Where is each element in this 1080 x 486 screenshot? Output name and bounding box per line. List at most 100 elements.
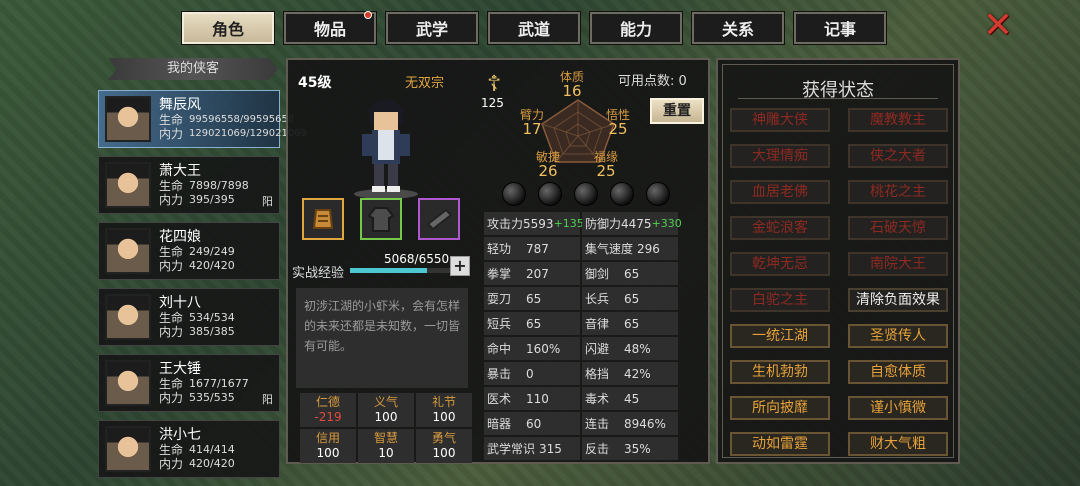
status-chip[interactable]: 魔教教主	[848, 108, 948, 132]
skill-orb[interactable]	[610, 182, 634, 206]
virtue-cell: 礼节 100	[416, 393, 472, 427]
stat-cell: 防御力 4475 +330	[582, 212, 682, 235]
virtue-cell: 义气 100	[358, 393, 414, 427]
stat-cell: 命中 160%	[484, 337, 580, 360]
sword-value: 125	[481, 96, 504, 110]
stat-cell: 拳掌 207	[484, 262, 580, 285]
hp-value: 7898/7898	[189, 178, 249, 192]
stat-label: 反击	[585, 442, 610, 456]
exp-bar-fill	[350, 268, 428, 273]
hero-name: 舞辰风	[159, 96, 201, 113]
virtue-label: 信用	[315, 431, 340, 445]
tab-character[interactable]: 角色	[181, 11, 275, 45]
mp-value: 385/385	[189, 324, 235, 338]
status-chip[interactable]: 石破天惊	[848, 216, 948, 240]
status-chip[interactable]: 金蛇浪客	[730, 216, 830, 240]
tab-items[interactable]: 物品	[283, 11, 377, 45]
skill-orb[interactable]	[646, 182, 670, 206]
hero-card[interactable]: 舞辰风 生命 99596558/99595658 内力 129021069/1290…	[98, 90, 307, 148]
status-chip[interactable]: 大理情痴	[730, 144, 830, 168]
attr-value: 25	[608, 120, 628, 138]
tab-label: 关系	[721, 20, 754, 39]
stat-value: 42%	[624, 366, 651, 381]
virtue-label: 仁德	[315, 395, 340, 409]
skill-orb[interactable]	[538, 182, 562, 206]
status-grid: 神雕大侠 魔教教主 大理情痴 侠之大者 血居老佛 桃花之主 金蛇浪客 石破天惊 乾坤无忌 南院大王…	[730, 108, 948, 456]
stat-value: 110	[526, 391, 549, 406]
stat-label: 长兵	[585, 292, 610, 306]
status-chip[interactable]: 南院大王	[848, 252, 948, 276]
status-chip[interactable]: 动如雷霆	[730, 432, 830, 456]
mp-value: 420/420	[189, 258, 235, 272]
tab-martial-arts[interactable]: 武学	[385, 11, 479, 45]
hp-value: 534/534	[189, 310, 235, 324]
status-chip[interactable]: 生机勃勃	[730, 360, 830, 384]
status-chip[interactable]: 乾坤无忌	[730, 252, 830, 276]
status-chip[interactable]: 圣贤传人	[848, 324, 948, 348]
status-chip[interactable]: 谨小慎微	[848, 396, 948, 420]
my-heroes-header: 我的侠客	[108, 58, 278, 80]
sword-icon: ☦	[486, 72, 502, 97]
hero-card[interactable]: 王大锤 生命 1677/1677 内力 535/535 阳	[98, 354, 280, 412]
equipment-armor[interactable]	[360, 198, 402, 240]
equipment-gloves[interactable]	[302, 198, 344, 240]
character-sprite	[354, 100, 418, 199]
status-chip[interactable]: 血居老佛	[730, 180, 830, 204]
status-chip[interactable]: 清除负面效果	[848, 288, 948, 312]
mp-label: 内力	[159, 324, 184, 339]
stat-cell: 闪避 48%	[582, 337, 678, 360]
status-chip[interactable]: 神雕大侠	[730, 108, 830, 132]
tab-journal[interactable]: 记事	[793, 11, 887, 45]
status-chip[interactable]: 一统江湖	[730, 324, 830, 348]
character-description: 初涉江湖的小虾米，会有怎样的未来还都是未知数，一切皆有可能。	[296, 288, 468, 388]
hero-avatar	[105, 228, 151, 274]
virtue-label: 义气	[373, 395, 398, 409]
stat-cell: 攻击力 5593 +1350	[484, 212, 591, 235]
virtue-value: 100	[432, 446, 456, 460]
stat-value: 0	[526, 366, 534, 381]
skill-orb[interactable]	[502, 182, 526, 206]
stat-value: 787	[526, 241, 549, 256]
mp-label: 内力	[159, 390, 184, 405]
stat-cell: 格挡 42%	[582, 362, 678, 385]
hero-card[interactable]: 花四娘 生命 249/249 内力 420/420	[98, 222, 280, 280]
hp-value: 1677/1677	[189, 376, 249, 390]
reset-button[interactable]: 重置	[650, 98, 704, 124]
gauntlet-icon	[312, 209, 334, 229]
status-chip[interactable]: 财大气粗	[848, 432, 948, 456]
stat-value: 296	[637, 241, 660, 256]
status-chip[interactable]: 自愈体质	[848, 360, 948, 384]
tab-martial-way[interactable]: 武道	[487, 11, 581, 45]
virtue-value: -219	[314, 410, 342, 424]
weapon-icon	[426, 208, 453, 231]
status-chip[interactable]: 白驼之主	[730, 288, 830, 312]
tab-relations[interactable]: 关系	[691, 11, 785, 45]
virtue-label: 智慧	[373, 431, 398, 445]
stat-cell: 暴击 0	[484, 362, 580, 385]
hero-avatar	[105, 294, 151, 340]
status-chip[interactable]: 侠之大者	[848, 144, 948, 168]
stat-value: 65	[624, 316, 640, 331]
hero-card[interactable]: 刘十八 生命 534/534 内力 385/385	[98, 288, 280, 346]
hero-avatar	[105, 162, 151, 208]
stat-value: 65	[526, 291, 542, 306]
hero-avatar	[105, 360, 151, 406]
stat-cell: 反击 35%	[582, 437, 678, 460]
status-chip[interactable]: 所向披靡	[730, 396, 830, 420]
hero-card[interactable]: 洪小七 生命 414/414 内力 420/420	[98, 420, 280, 478]
stat-label: 闪避	[585, 342, 610, 356]
hero-avatar	[105, 426, 151, 472]
hero-card[interactable]: 萧大王 生命 7898/7898 内力 395/395 阳	[98, 156, 280, 214]
add-exp-button[interactable]: +	[450, 256, 470, 276]
mp-label: 内力	[159, 192, 184, 207]
skill-orb[interactable]	[574, 182, 598, 206]
hero-name: 洪小七	[159, 426, 201, 443]
tab-abilities[interactable]: 能力	[589, 11, 683, 45]
status-chip[interactable]: 桃花之主	[848, 180, 948, 204]
stat-value: 45	[624, 391, 640, 406]
equipment-accessory[interactable]	[418, 198, 460, 240]
close-icon[interactable]: ✕	[980, 8, 1016, 44]
notification-dot	[364, 11, 372, 19]
tab-label: 武学	[415, 20, 448, 39]
virtue-value: 100	[316, 446, 340, 460]
